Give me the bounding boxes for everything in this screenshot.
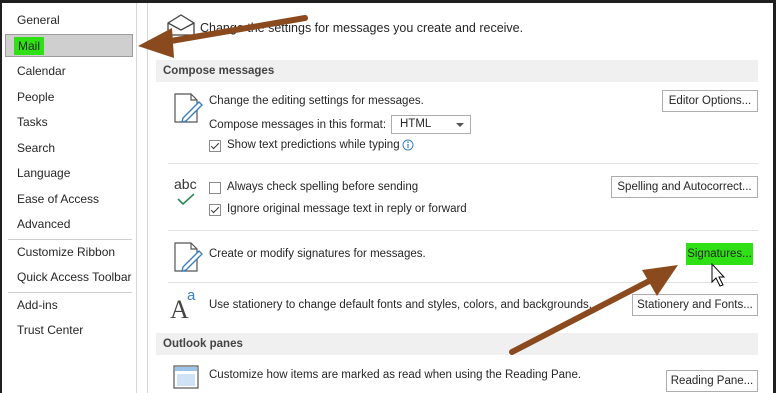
sidebar-item-label: Mail [14, 37, 45, 55]
reading-pane-text: Customize how items are marked as read w… [209, 369, 582, 381]
mail-options-panel: Change the settings for messages you cre… [147, 3, 773, 393]
sidebar-item-tasks[interactable]: Tasks [5, 111, 133, 134]
sidebar-item-label: Trust Center [17, 323, 84, 337]
chevron-down-icon [456, 123, 464, 127]
row-divider [168, 230, 758, 231]
sidebar-item-mail[interactable]: Mail [5, 34, 133, 57]
sidebar-item-general[interactable]: General [5, 9, 133, 32]
signatures-text: Create or modify signatures for messages… [209, 248, 426, 260]
stationery-icon: A a [170, 287, 196, 324]
sidebar-item-label: Advanced [17, 217, 71, 231]
outlook-options-window: General Mail Calendar People Tasks Searc… [2, 3, 773, 393]
sidebar-item-people[interactable]: People [5, 86, 133, 109]
sidebar-item-label: Quick Access Toolbar [17, 270, 132, 284]
ignore-original-label: Ignore original message text in reply or… [227, 203, 467, 215]
section-header-panes: Outlook panes [156, 333, 758, 355]
compose-format-label: Compose messages in this format: [209, 119, 387, 131]
sidebar-item-ease-of-access[interactable]: Ease of Access [5, 188, 133, 211]
editing-settings-text: Change the editing settings for messages… [209, 95, 424, 107]
sidebar-item-add-ins[interactable]: Add-ins [5, 294, 133, 317]
sidebar-item-label: Ease of Access [17, 192, 100, 206]
sidebar-item-label: Tasks [17, 115, 48, 129]
sidebar-item-label: Customize Ribbon [17, 245, 116, 259]
sidebar-item-label: People [17, 90, 55, 104]
sidebar-divider [8, 292, 132, 293]
section-header-compose: Compose messages [156, 60, 758, 82]
sidebar-item-label: Language [17, 166, 71, 180]
ignore-original-checkbox[interactable] [209, 204, 221, 216]
stationery-text: Use stationery to change default fonts a… [209, 299, 592, 311]
stationery-fonts-button[interactable]: Stationery and Fonts... [632, 294, 758, 316]
sidebar-item-language[interactable]: Language [5, 162, 133, 185]
reading-pane-icon [173, 365, 199, 389]
reading-pane-button[interactable]: Reading Pane... [666, 370, 758, 392]
spelling-icon-text: abc [174, 176, 197, 192]
sidebar-item-label: General [17, 13, 60, 27]
row-divider [168, 163, 758, 164]
sidebar-item-trust-center[interactable]: Trust Center [5, 319, 133, 342]
edit-document-icon [174, 93, 203, 123]
always-check-spelling-label: Always check spelling before sending [227, 181, 419, 193]
page-description: Change the settings for messages you cre… [200, 21, 524, 35]
show-predictions-label: Show text predictions while typing [227, 139, 400, 151]
always-check-spelling-checkbox[interactable] [209, 182, 221, 194]
sidebar-divider [8, 239, 132, 240]
envelope-icon [167, 14, 195, 36]
sidebar-item-label: Search [17, 141, 56, 155]
compose-format-select[interactable]: HTML [391, 115, 471, 134]
editor-options-button[interactable]: Editor Options... [662, 90, 758, 112]
row-divider [168, 282, 758, 283]
sidebar-item-advanced[interactable]: Advanced [5, 213, 133, 236]
compose-format-value: HTML [400, 118, 432, 130]
sidebar-item-label: Calendar [17, 64, 66, 78]
spelling-autocorrect-button[interactable]: Spelling and Autocorrect... [611, 176, 758, 198]
signatures-button[interactable]: Signatures... [686, 243, 753, 265]
sidebar-item-customize-ribbon[interactable]: Customize Ribbon [5, 241, 133, 264]
info-icon[interactable] [402, 139, 414, 151]
signature-icon [174, 242, 203, 272]
show-predictions-checkbox[interactable] [209, 140, 221, 152]
sidebar-item-label: Add-ins [17, 298, 58, 312]
sidebar-item-quick-access-toolbar[interactable]: Quick Access Toolbar [5, 266, 133, 289]
checkmark-icon [177, 193, 195, 206]
sidebar-item-search[interactable]: Search [5, 137, 133, 160]
options-sidebar: General Mail Calendar People Tasks Searc… [2, 3, 137, 393]
sidebar-item-calendar[interactable]: Calendar [5, 60, 133, 83]
